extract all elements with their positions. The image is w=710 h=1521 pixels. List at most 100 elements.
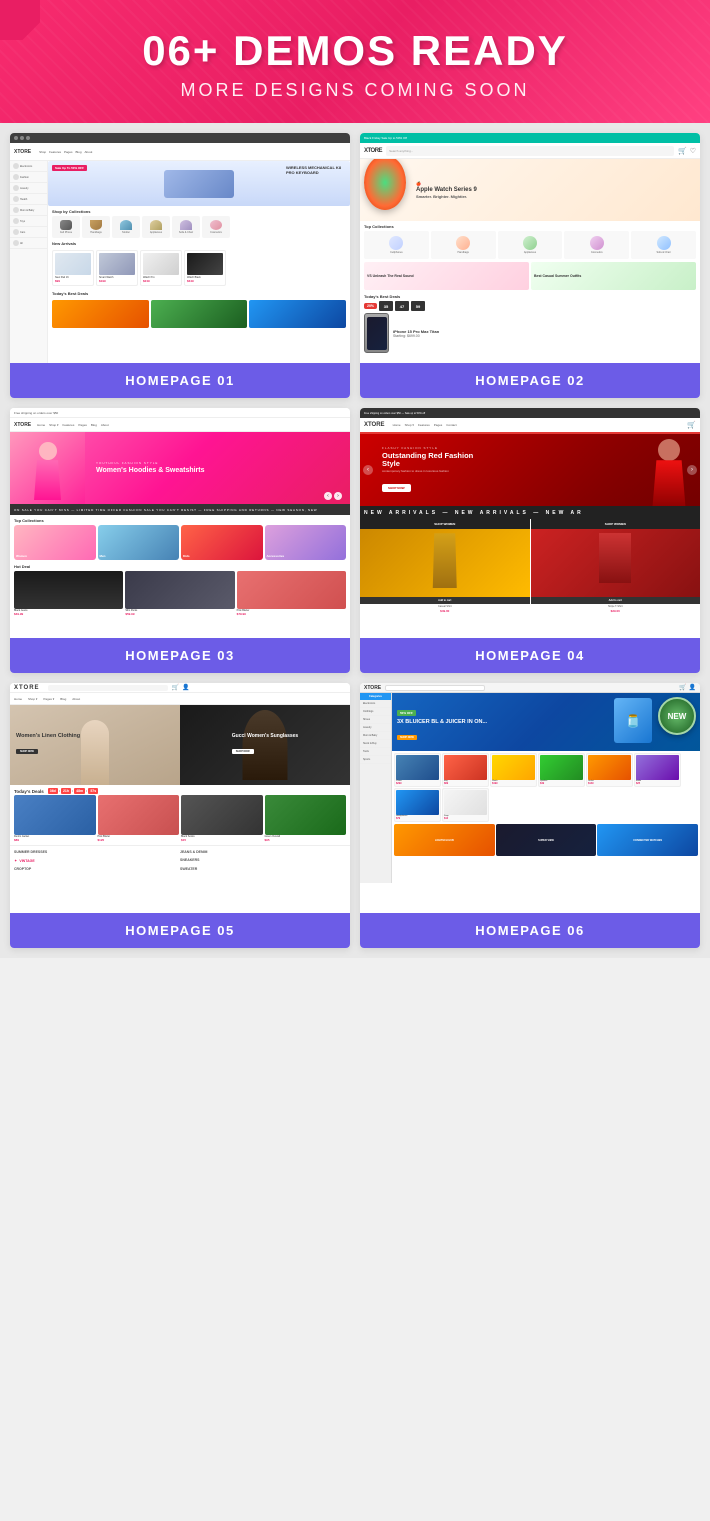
hp02-cat-handbags: Handbags bbox=[431, 231, 496, 259]
hp04-add-cart-2: Add to cart bbox=[531, 597, 701, 604]
hp04-nav-pages: Pages bbox=[434, 423, 443, 427]
hp03-deal-3: Pink Blazer $79.99 bbox=[237, 571, 346, 616]
hp06-prod-5-price: $149 bbox=[588, 782, 631, 785]
hp03-col-kids: Kids bbox=[181, 525, 263, 560]
hp05-hero-right-title: Gucci Women's Sunglasses bbox=[232, 733, 298, 739]
hp01-product-4-img bbox=[187, 253, 223, 275]
hp04-arrivals-text: NEW ARRIVALS — NEW ARRIVALS — NEW AR bbox=[364, 510, 584, 516]
hp01-product-1-price: $99 bbox=[55, 279, 91, 283]
hp01-cat-sofa: Sofa & Chair bbox=[172, 216, 200, 238]
hp01-sidebar-baby: Mom & Baby bbox=[10, 205, 47, 216]
hp02-cat-cosmetics-icon bbox=[590, 236, 604, 250]
hp03-deal-3-img bbox=[237, 571, 346, 609]
hp01-arrivals-title: New Arrivals bbox=[48, 238, 350, 248]
hp04-nav-home: Home bbox=[393, 423, 401, 427]
hp04-hero-sub: FLASHY FASHION STYLE bbox=[382, 446, 482, 450]
hp03-model-bg bbox=[10, 432, 85, 504]
hp02-phone-name: iPhone 15 Pro Max Titan bbox=[393, 329, 439, 334]
hp03-model-body bbox=[33, 460, 63, 500]
hp02-hero-brand: 🍎 bbox=[416, 181, 477, 186]
hp03-deal-1-img bbox=[14, 571, 123, 609]
hp05-timer-2: 21h bbox=[61, 788, 71, 794]
hp01-product-4-price: $349 bbox=[187, 279, 223, 283]
hp03-prev-btn: ‹ bbox=[324, 492, 332, 500]
hp01-cat-bags-icon bbox=[90, 220, 102, 230]
hp06-prod-8-img bbox=[444, 790, 487, 815]
hp01-sidebar-cars: Cars bbox=[10, 227, 47, 238]
hp05-nav-blog: Blog bbox=[60, 697, 66, 701]
hp06-hero-product-area: 🫙 bbox=[614, 698, 652, 746]
demo-item-hp01[interactable]: XTORE Shop Features Pages Blog About bbox=[10, 133, 350, 398]
hp06-logo: XTORE bbox=[364, 685, 381, 691]
hp05-hero-right: Gucci Women's Sunglasses SHOP NOW bbox=[180, 705, 350, 785]
hp04-product-shirt bbox=[531, 529, 701, 597]
demo-preview-hp03: Free shipping on orders over $50 XTORE H… bbox=[10, 408, 350, 638]
hp03-logo: XTORE bbox=[14, 422, 31, 428]
hp04-coat-shape bbox=[430, 533, 460, 588]
hp05-cat-sneakers: SNEAKERS bbox=[180, 856, 346, 865]
hp03-hero-text: YOUTHFUL FASHION STYLE Women's Hoodies &… bbox=[96, 461, 205, 475]
hp05-cat-denim: JEANS & DENIM bbox=[180, 848, 346, 856]
hp04-hero: ‹ FLASHY FASHION STYLE Outstanding Red F… bbox=[360, 434, 700, 506]
hp04-label-1: SHOP WOMEN bbox=[360, 519, 530, 529]
demo-item-hp06[interactable]: XTORE 🛒 👤 Categories Electronics Clothin… bbox=[360, 683, 700, 948]
hp04-label-2: SHOP WOMEN bbox=[531, 519, 701, 529]
hp02-cat-sofa: Sofa & Chair bbox=[631, 231, 696, 259]
hp06-prod-8-price: $12 bbox=[444, 817, 487, 820]
demo-item-hp04[interactable]: Free shipping on orders over $50 — Sale … bbox=[360, 408, 700, 673]
demo-item-hp02[interactable]: Black Friday Sale Up to 50% Off XTORE Se… bbox=[360, 133, 700, 398]
hp05-deals-section: Today's Deals 36d : 21h : 48m : 57s bbox=[10, 785, 350, 845]
demo-item-hp03[interactable]: Free shipping on orders over $50 XTORE H… bbox=[10, 408, 350, 673]
hp05-nav-pages: Pages ▾ bbox=[43, 697, 54, 701]
hp04-product-1-price: $49.00 bbox=[360, 609, 530, 613]
hp06-bottom-promo: LOGITECH HUB SUPER VIEW CONNECTED WATCHE… bbox=[392, 824, 700, 858]
demo-item-hp05[interactable]: XTORE 🛒 👤 Home Shop ▾ Pages ▾ Blog About bbox=[10, 683, 350, 948]
demo-preview-hp01: XTORE Shop Features Pages Blog About bbox=[10, 133, 350, 363]
hp01-nav-blog: Blog bbox=[76, 150, 82, 154]
hp06-prod-3-price: $199 bbox=[492, 782, 535, 785]
hp05-prod-3: Black Socks $15 bbox=[181, 795, 263, 842]
hp02-cat-cosmetics: Cosmetics bbox=[564, 231, 629, 259]
hp01-sidebar-toys-icon bbox=[13, 218, 19, 224]
hp02-hero: 🍎 Apple Watch Series 9 Smarter. Brighter… bbox=[360, 159, 700, 221]
hp01-cat-bags: Handbags bbox=[82, 216, 110, 238]
hp05-timer-3: 48m bbox=[74, 788, 85, 794]
hp04-products: SHOP WOMEN Add to cart Casual Shirt $49.… bbox=[360, 519, 700, 613]
hp06-main-layout: Categories Electronics Clothings Shoes J… bbox=[360, 693, 700, 883]
hp05-deals-header: Today's Deals 36d : 21h : 48m : 57s bbox=[14, 788, 346, 794]
hp03-nav-pages: Pages bbox=[78, 423, 87, 427]
hp01-shop-title: Shop by Collections bbox=[48, 206, 350, 216]
hp04-arrivals-bar: NEW ARRIVALS — NEW ARRIVALS — NEW AR bbox=[360, 506, 700, 519]
hp05-nav-shop: Shop ▾ bbox=[28, 697, 37, 701]
hp05-cat-sweater-label: SWEATER bbox=[180, 867, 346, 871]
hp06-prod-1-price: $299 bbox=[396, 782, 439, 785]
hp02-cart-icon: 🛒 bbox=[678, 147, 687, 155]
hp01-dot1 bbox=[14, 136, 18, 140]
hp02-promo-2-text: Best Casual Summer Outfits bbox=[534, 274, 581, 279]
hp05-timer-1: 36d bbox=[48, 788, 58, 794]
hp06-prod-6: Bottle $25 bbox=[634, 753, 681, 787]
hp01-product-3-price: $249 bbox=[143, 279, 179, 283]
hp04-add-cart-1: Add to cart bbox=[360, 597, 530, 604]
hp01-cat-phone-label: Cell Phone bbox=[60, 231, 72, 234]
hp06-sidebar: Categories Electronics Clothings Shoes J… bbox=[360, 693, 392, 883]
hp03-nav-home: Home bbox=[37, 423, 45, 427]
hp04-prev-arrow: ‹ bbox=[363, 465, 373, 475]
demo-label-hp04: HOMEPAGE 04 bbox=[360, 638, 700, 673]
hp04-cart-icon: 🛒 bbox=[687, 421, 696, 429]
hp05-deals-title: Today's Deals bbox=[14, 789, 44, 794]
hp01-cat-stroller-icon bbox=[120, 220, 132, 230]
hp03-col-women-label: Women bbox=[16, 554, 27, 558]
hp02-phone-price: Starting: $699.00 bbox=[393, 334, 439, 338]
hp01-topbar bbox=[10, 133, 350, 143]
hp03-model-head bbox=[39, 442, 57, 460]
hp03-topbar: Free shipping on orders over $50 bbox=[10, 408, 350, 418]
hp01-sidebar-toys: Toys bbox=[10, 216, 47, 227]
hp01-dot2 bbox=[20, 136, 24, 140]
hp06-prod-3-img bbox=[492, 755, 535, 780]
hp03-hotdeal-section: Hot Deal Black Jeans $49.99 Slim Pants $… bbox=[10, 562, 350, 618]
hp06-promo-2: SUPER VIEW bbox=[496, 824, 597, 856]
hp01-sidebar-fashion: Fashion bbox=[10, 172, 47, 183]
hp06-sidebar-sports: Sports bbox=[360, 756, 391, 764]
hp01-sidebar-fashion-icon bbox=[13, 174, 19, 180]
